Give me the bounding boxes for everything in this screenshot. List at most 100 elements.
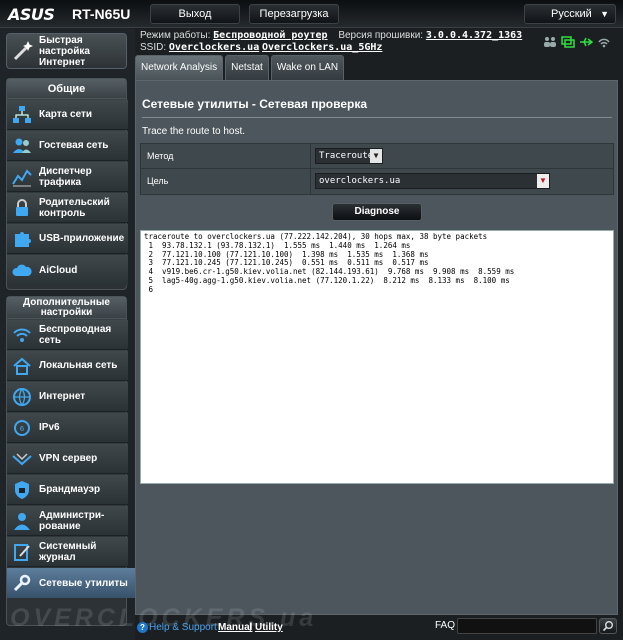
tab-netstat[interactable]: Netstat bbox=[225, 55, 269, 80]
sidebar-item-vpn-server[interactable]: VPN сервер bbox=[7, 444, 128, 474]
traceroute-output[interactable]: traceroute to overclockers.ua (77.222.14… bbox=[140, 230, 614, 484]
sidebar-item-label: Локальная сеть bbox=[39, 360, 118, 371]
faq-label: FAQ bbox=[435, 620, 456, 631]
sidebar-item-label: Диспетчер трафика bbox=[39, 165, 92, 188]
target-dropdown-icon[interactable]: ▼ bbox=[537, 174, 549, 188]
advanced-menu: Дополнительные настройки Беспроводная се… bbox=[6, 296, 141, 626]
footer-separator: | bbox=[249, 622, 252, 633]
sidebar-item-parental-control[interactable]: Родительский контроль bbox=[7, 193, 128, 223]
method-row: Метод Traceroute ▼ bbox=[141, 144, 613, 169]
wifi-status-icon[interactable] bbox=[597, 36, 611, 48]
help-support-link[interactable]: Help & Support bbox=[149, 622, 217, 633]
globe-icon bbox=[11, 386, 33, 408]
chevron-down-icon: ▼ bbox=[370, 149, 382, 163]
sidebar-item-label: Администри-рование bbox=[39, 509, 105, 532]
sidebar: Быстрая настройка Интернет Общие Карта с… bbox=[0, 28, 141, 640]
ssid-link-2[interactable]: Overclockers.ua_5GHz bbox=[262, 42, 382, 53]
page-description: Trace the route to host. bbox=[142, 126, 246, 137]
method-cell: Traceroute ▼ bbox=[311, 144, 613, 168]
tab-bar: Network Analysis Netstat Wake on LAN bbox=[135, 55, 345, 80]
sidebar-item-label: Гостевая сеть bbox=[39, 140, 109, 151]
ssid-link-1[interactable]: Overclockers.ua bbox=[169, 42, 259, 53]
traffic-chart-icon bbox=[11, 166, 33, 188]
utility-link[interactable]: Utility bbox=[255, 622, 283, 633]
sidebar-item-network-tools[interactable]: Сетевые утилиты bbox=[7, 568, 141, 598]
sidebar-item-administration[interactable]: Администри-рование bbox=[7, 506, 128, 536]
operation-mode-line: Режим работы: Беспроводной роутер Версия… bbox=[140, 30, 522, 41]
sidebar-item-label: Беспроводная сеть bbox=[39, 323, 112, 346]
tab-wake-on-lan[interactable]: Wake on LAN bbox=[270, 55, 345, 80]
clients-icon[interactable] bbox=[543, 36, 557, 48]
sidebar-item-label: Родительский контроль bbox=[39, 196, 110, 219]
mode-link[interactable]: Беспроводной роутер bbox=[213, 30, 327, 41]
method-label: Метод bbox=[141, 144, 311, 168]
footer: ? Help & Support Manual | Utility FAQ bbox=[135, 618, 623, 640]
firmware-label: Версия прошивки: bbox=[338, 30, 424, 41]
target-input[interactable]: overclockers.ua bbox=[315, 173, 550, 189]
sidebar-item-lan[interactable]: Локальная сеть bbox=[7, 351, 128, 381]
sidebar-item-aicloud[interactable]: AiCloud bbox=[7, 255, 128, 285]
svg-text:6: 6 bbox=[20, 425, 25, 433]
language-select[interactable]: Русский ▼ bbox=[524, 4, 616, 24]
wifi-icon bbox=[11, 324, 33, 346]
sidebar-item-label: VPN сервер bbox=[39, 453, 98, 464]
sidebar-item-network-map[interactable]: Карта сети bbox=[7, 100, 128, 130]
sidebar-item-usb-application[interactable]: USB-приложение bbox=[7, 224, 128, 254]
manual-link[interactable]: Manual bbox=[218, 622, 252, 633]
quick-setup-label: Быстрая настройка Интернет bbox=[39, 34, 90, 68]
vpn-icon bbox=[11, 448, 33, 470]
ssid-line: SSID: Overclockers.ua Overclockers.ua_5G… bbox=[140, 42, 382, 53]
sidebar-item-label: Брандмауэр bbox=[39, 484, 101, 495]
search-icon bbox=[602, 621, 613, 632]
sidebar-item-wireless[interactable]: Беспроводная сеть bbox=[7, 320, 128, 350]
sidebar-item-label: Карта сети bbox=[39, 109, 93, 120]
method-select[interactable]: Traceroute ▼ bbox=[315, 148, 383, 164]
method-value: Traceroute bbox=[319, 151, 374, 161]
faq-search-input[interactable] bbox=[457, 618, 597, 634]
quick-internet-setup-button[interactable]: Быстрая настройка Интернет bbox=[6, 33, 127, 69]
home-icon bbox=[11, 355, 33, 377]
top-bar: ASUS RT-N65U Выход Перезагрузка Русский … bbox=[0, 0, 623, 28]
sidebar-item-label: AiCloud bbox=[39, 264, 78, 276]
puzzle-icon bbox=[11, 228, 33, 250]
ssid-label: SSID: bbox=[140, 42, 167, 53]
cloud-icon bbox=[11, 259, 33, 281]
diagnose-button[interactable]: Diagnose bbox=[332, 203, 422, 221]
network-map-icon bbox=[11, 104, 33, 126]
main-panel: Сетевые утилиты - Сетевая проверка Trace… bbox=[135, 80, 618, 615]
target-cell: overclockers.ua ▼ bbox=[311, 169, 613, 194]
tab-network-analysis[interactable]: Network Analysis bbox=[135, 55, 224, 80]
advanced-title: Дополнительные настройки bbox=[7, 297, 126, 319]
diagnostic-form: Метод Traceroute ▼ Цель overclockers.ua … bbox=[140, 143, 614, 195]
sidebar-item-label: Интернет bbox=[39, 391, 86, 402]
admin-user-icon bbox=[11, 510, 33, 532]
internet-status-icon[interactable] bbox=[561, 36, 575, 48]
page-title: Сетевые утилиты - Сетевая проверка bbox=[142, 97, 367, 111]
status-icons bbox=[543, 36, 611, 48]
sidebar-item-firewall[interactable]: Брандмауэр bbox=[7, 475, 128, 505]
shield-icon bbox=[11, 479, 33, 501]
target-label: Цель bbox=[141, 169, 311, 194]
usb-status-icon[interactable] bbox=[579, 36, 594, 48]
ipv6-globe-icon: 6 bbox=[11, 417, 33, 439]
general-menu: Общие Карта сети Гостевая сеть Диспетчер… bbox=[6, 78, 128, 290]
sidebar-item-label: Системный журнал bbox=[39, 540, 97, 563]
wand-icon bbox=[11, 39, 35, 63]
reboot-button[interactable]: Перезагрузка bbox=[249, 4, 339, 24]
sidebar-item-ipv6[interactable]: 6 IPv6 bbox=[7, 413, 128, 443]
language-value: Русский bbox=[551, 8, 592, 20]
log-pencil-icon bbox=[11, 541, 33, 563]
firmware-link[interactable]: 3.0.0.4.372_1363 bbox=[426, 30, 522, 41]
sidebar-item-guest-network[interactable]: Гостевая сеть bbox=[7, 131, 128, 161]
search-button[interactable] bbox=[599, 618, 617, 634]
sidebar-item-label: USB-приложение bbox=[39, 233, 125, 244]
sidebar-item-traffic-manager[interactable]: Диспетчер трафика bbox=[7, 162, 128, 192]
sidebar-item-system-log[interactable]: Системный журнал bbox=[7, 537, 128, 567]
sidebar-item-internet[interactable]: Интернет bbox=[7, 382, 128, 412]
general-title: Общие bbox=[7, 79, 126, 99]
logout-button[interactable]: Выход bbox=[150, 4, 240, 24]
sidebar-item-label: Сетевые утилиты bbox=[39, 577, 128, 589]
asus-logo: ASUS bbox=[8, 5, 55, 24]
lock-icon bbox=[11, 197, 33, 219]
target-row: Цель overclockers.ua ▼ bbox=[141, 169, 613, 194]
